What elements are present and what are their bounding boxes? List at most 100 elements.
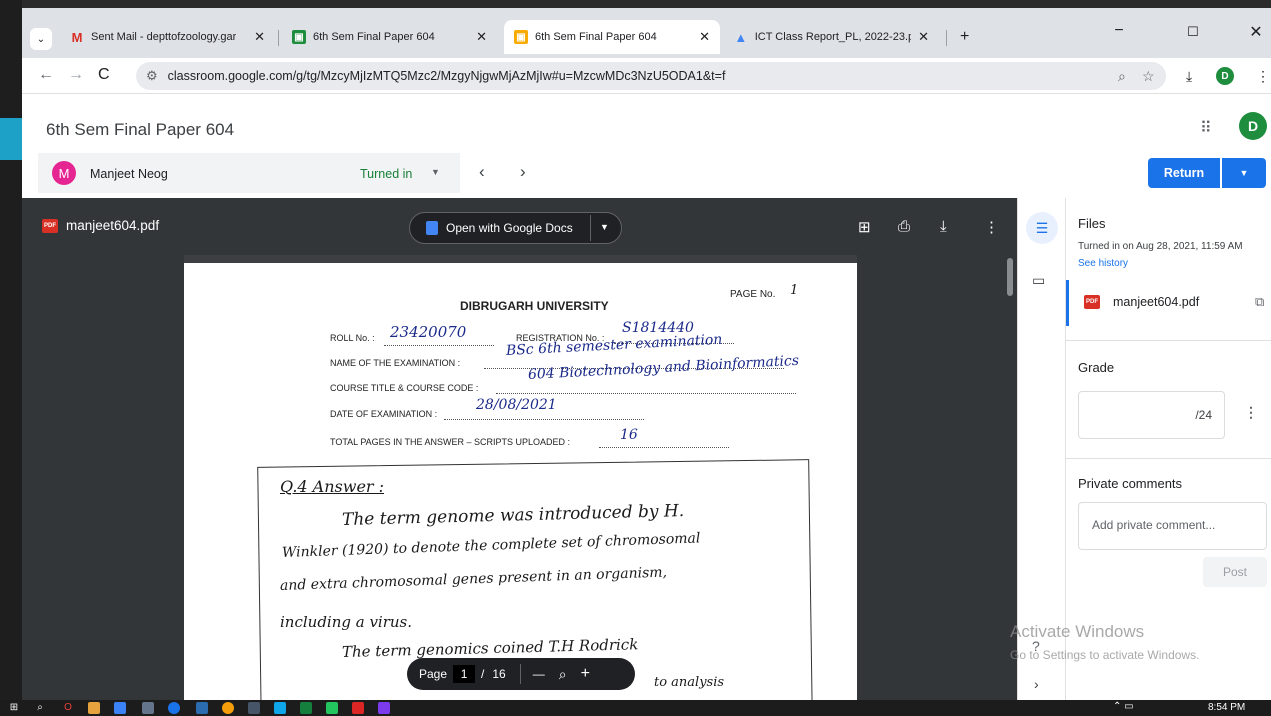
site-info-icon[interactable]: ⚙ bbox=[146, 68, 158, 84]
tab-gmail[interactable]: M Sent Mail - depttofzoology.gar ✕ bbox=[60, 20, 275, 54]
date-value: 28/08/2021 bbox=[476, 397, 557, 413]
grade-denominator: /24 bbox=[1195, 408, 1212, 422]
window-close-button[interactable]: ✕ bbox=[1241, 22, 1271, 42]
pdf-icon: PDF bbox=[42, 218, 58, 233]
close-icon[interactable]: ✕ bbox=[918, 29, 929, 45]
tab-classroom-active[interactable]: ▣ 6th Sem Final Paper 604 ✕ bbox=[504, 20, 720, 54]
chrome-icon[interactable] bbox=[222, 702, 234, 714]
submission-status: Turned in bbox=[360, 167, 413, 181]
files-tab-icon[interactable]: ☰ bbox=[1026, 212, 1058, 244]
open-with-label: Open with Google Docs bbox=[446, 221, 573, 235]
private-comments-heading: Private comments bbox=[1078, 476, 1183, 491]
back-icon[interactable]: ← bbox=[38, 66, 54, 84]
student-bar: M Manjeet Neog Turned in ▼ ‹ › Return ▼ bbox=[22, 152, 1271, 198]
dropdown-arrow-icon[interactable]: ▼ bbox=[431, 167, 440, 177]
student-selector[interactable]: M Manjeet Neog Turned in ▼ bbox=[38, 153, 460, 193]
download-icon[interactable]: ⤓ bbox=[940, 218, 947, 235]
page-number-input[interactable]: 1 bbox=[453, 665, 476, 683]
new-tab-button[interactable]: + bbox=[950, 20, 980, 54]
zoom-in-button[interactable]: + bbox=[581, 665, 590, 683]
divider bbox=[519, 664, 521, 684]
previous-student-icon[interactable]: ‹ bbox=[479, 162, 485, 182]
attached-file-name: manjeet604.pdf bbox=[1113, 295, 1200, 309]
file-explorer-icon[interactable] bbox=[114, 702, 126, 714]
bookmark-star-icon[interactable]: ☆ bbox=[1142, 68, 1155, 85]
tab-bar: ⌄ M Sent Mail - depttofzoology.gar ✕ ▣ 6… bbox=[22, 8, 1271, 58]
search-icon[interactable]: ⌕ bbox=[34, 702, 46, 714]
minimize-button[interactable]: − bbox=[1099, 22, 1139, 40]
dotted-line bbox=[496, 393, 796, 394]
add-to-drive-icon[interactable]: ⊞ bbox=[858, 218, 871, 236]
tab-divider bbox=[278, 30, 279, 46]
app-icon[interactable] bbox=[142, 702, 154, 714]
close-icon[interactable]: ✕ bbox=[254, 29, 265, 45]
app-icon[interactable] bbox=[248, 702, 260, 714]
menu-kebab-icon[interactable]: ⋮ bbox=[1256, 68, 1270, 85]
navigation-bar: ← → C ⚙ classroom.google.com/g/tg/MzcyMj… bbox=[22, 58, 1271, 94]
dropdown-arrow-icon[interactable]: ▼ bbox=[600, 222, 609, 232]
pdf-icon: PDF bbox=[1084, 295, 1100, 309]
viewer-scrollbar[interactable] bbox=[1007, 258, 1013, 296]
close-icon[interactable]: ✕ bbox=[476, 29, 487, 45]
maximize-button[interactable]: ☐ bbox=[1173, 24, 1213, 40]
pages-label: TOTAL PAGES IN THE ANSWER – SCRIPTS UPLO… bbox=[330, 437, 571, 447]
avatar-initial: M bbox=[58, 165, 70, 181]
roll-value: 23420070 bbox=[390, 323, 467, 341]
browser-window: ⌄ M Sent Mail - depttofzoology.gar ✕ ▣ 6… bbox=[22, 8, 1271, 700]
app-icon[interactable] bbox=[88, 702, 100, 714]
word-icon[interactable] bbox=[196, 702, 208, 714]
zoom-reset-icon[interactable]: ⌕ bbox=[559, 666, 567, 683]
divider bbox=[1066, 458, 1271, 459]
forward-icon[interactable]: → bbox=[68, 66, 84, 84]
answer-line: including a virus. bbox=[280, 613, 413, 631]
close-icon[interactable]: ✕ bbox=[699, 29, 710, 45]
download-icon[interactable]: ⤓ bbox=[1186, 68, 1192, 85]
app-icon[interactable] bbox=[274, 702, 286, 714]
pages-value: 16 bbox=[620, 427, 638, 443]
divider bbox=[1066, 340, 1271, 341]
dotted-line bbox=[599, 447, 729, 448]
tab-drive[interactable]: ▲ ICT Class Report_PL, 2022-23.p ✕ bbox=[724, 20, 939, 54]
excel-icon[interactable] bbox=[300, 702, 312, 714]
classroom-icon: ▣ bbox=[292, 30, 306, 44]
attached-file[interactable]: PDF manjeet604.pdf ⧉ bbox=[1066, 280, 1271, 326]
activate-windows-watermark: Activate Windows bbox=[1010, 622, 1145, 641]
page-title: 6th Sem Final Paper 604 bbox=[46, 120, 235, 139]
chevron-right-icon[interactable]: › bbox=[1034, 676, 1039, 692]
apps-grid-icon[interactable]: ⠿ bbox=[1200, 118, 1212, 138]
app-icon[interactable] bbox=[326, 702, 338, 714]
profile-avatar[interactable]: D bbox=[1216, 67, 1234, 85]
account-avatar[interactable]: D bbox=[1239, 112, 1267, 140]
comments-tab-icon[interactable]: ▭ bbox=[1032, 272, 1045, 289]
clock[interactable]: 8:54 PM bbox=[1208, 702, 1245, 713]
next-student-icon[interactable]: › bbox=[520, 162, 526, 182]
student-name: Manjeet Neog bbox=[90, 167, 168, 181]
more-options-icon[interactable]: ⋮ bbox=[984, 218, 999, 236]
system-tray-icons[interactable]: ⌃ ▭ bbox=[1113, 701, 1134, 712]
opera-icon[interactable]: O bbox=[62, 702, 74, 714]
app-icon[interactable] bbox=[168, 702, 180, 714]
print-icon[interactable]: ⎙ bbox=[898, 218, 910, 235]
tab-classroom-1[interactable]: ▣ 6th Sem Final Paper 604 ✕ bbox=[282, 20, 497, 54]
app-icon[interactable] bbox=[378, 702, 390, 714]
open-with-docs-button[interactable]: Open with Google Docs ▼ bbox=[409, 212, 622, 244]
zoom-icon[interactable]: ⌕ bbox=[1118, 68, 1126, 85]
page-separator: / bbox=[481, 667, 485, 681]
dotted-line bbox=[444, 419, 644, 420]
address-bar[interactable]: ⚙ classroom.google.com/g/tg/MzcyMjIzMTQ5… bbox=[136, 62, 1166, 90]
classroom-icon: ▣ bbox=[514, 30, 528, 44]
return-dropdown-button[interactable]: ▼ bbox=[1222, 158, 1266, 188]
acrobat-icon[interactable] bbox=[352, 702, 364, 714]
return-button[interactable]: Return bbox=[1148, 158, 1220, 188]
see-history-link[interactable]: See history bbox=[1078, 258, 1128, 269]
tab-search-button[interactable]: ⌄ bbox=[30, 28, 52, 50]
reload-icon[interactable]: C bbox=[98, 66, 110, 84]
open-external-icon[interactable]: ⧉ bbox=[1255, 294, 1264, 310]
grade-input[interactable]: /24 bbox=[1078, 391, 1225, 439]
windows-start-icon[interactable]: ⊞ bbox=[8, 702, 20, 714]
post-button[interactable]: Post bbox=[1203, 557, 1267, 587]
files-heading: Files bbox=[1078, 216, 1106, 231]
grade-more-icon[interactable]: ⋮ bbox=[1244, 404, 1258, 421]
private-comment-input[interactable]: Add private comment... bbox=[1078, 502, 1267, 550]
zoom-out-button[interactable]: — bbox=[533, 667, 545, 681]
